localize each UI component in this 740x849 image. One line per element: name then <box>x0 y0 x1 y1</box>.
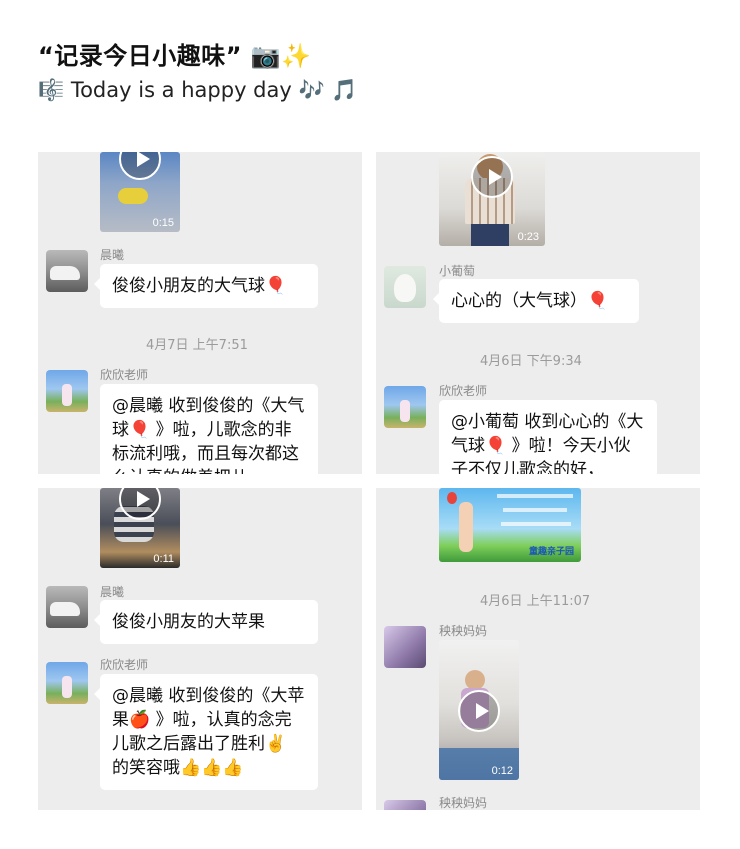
avatar[interactable] <box>384 266 426 308</box>
balloon-icon <box>447 492 457 504</box>
sender-name: 欣欣老师 <box>439 384 488 398</box>
message-bubble[interactable]: @小葡萄 收到心心的《大气球🎈 》啦！今天小伙子不仅儿歌念的好， <box>439 400 657 474</box>
sender-name: 晨曦 <box>100 585 125 599</box>
play-icon[interactable] <box>471 156 513 198</box>
chat-screenshot-2: 0:23 小葡萄 心心的（大气球）🎈 4月6日 下午9:34 欣欣老师 @小葡萄… <box>376 152 700 474</box>
thumbnail-detail <box>471 224 509 246</box>
avatar[interactable] <box>384 800 426 810</box>
sender-name: 欣欣老师 <box>100 368 149 382</box>
video-duration: 0:12 <box>491 765 513 777</box>
timestamp: 4月6日 上午11:07 <box>480 594 591 609</box>
video-duration: 0:11 <box>153 553 174 565</box>
video-duration: 0:15 <box>152 217 174 229</box>
play-icon[interactable] <box>458 690 500 732</box>
video-thumbnail[interactable]: 0:12 <box>439 640 519 780</box>
message-bubble[interactable]: 俊俊小朋友的大气球🎈 <box>94 264 318 308</box>
sender-name: 小葡萄 <box>439 264 476 278</box>
message-bubble[interactable]: 俊俊小朋友的大苹果 <box>94 600 318 644</box>
shared-image[interactable]: 童趣亲子园 <box>439 488 581 562</box>
chat-screenshot-1: 0:15 晨曦 俊俊小朋友的大气球🎈 4月7日 上午7:51 欣欣老师 @晨曦 … <box>38 152 362 474</box>
play-icon[interactable] <box>119 152 161 180</box>
chat-screenshot-3: 0:11 晨曦 俊俊小朋友的大苹果 欣欣老师 @晨曦 收到俊俊的《大苹果🍎 》啦… <box>38 488 362 810</box>
thumbnail-detail <box>118 188 148 204</box>
video-thumbnail[interactable]: 0:11 <box>100 488 180 568</box>
thumbnail-detail <box>459 502 473 552</box>
timestamp: 4月7日 上午7:51 <box>146 338 248 353</box>
avatar[interactable] <box>384 626 426 668</box>
sender-name: 秧秧妈妈 <box>439 796 488 810</box>
sender-name: 欣欣老师 <box>100 658 149 672</box>
sender-name: 晨曦 <box>100 248 125 262</box>
message-bubble[interactable]: 心心的（大气球）🎈 <box>433 279 639 323</box>
video-thumbnail[interactable]: 0:15 <box>100 152 180 232</box>
thumbnail-detail <box>501 522 571 526</box>
thumbnail-detail <box>503 508 567 512</box>
page-subtitle: 🎼 Today is a happy day 🎶 🎵 <box>38 78 358 102</box>
message-bubble[interactable]: @晨曦 收到俊俊的《大气球🎈 》啦，儿歌念的非标流利哦，而且每次都这么认真的做着… <box>100 384 318 474</box>
thumbnail-detail <box>497 494 573 498</box>
chat-screenshot-4: 童趣亲子园 4月6日 上午11:07 秧秧妈妈 0:12 秧秧妈妈 <box>376 488 700 810</box>
image-caption: 童趣亲子园 <box>529 547 575 557</box>
timestamp: 4月6日 下午9:34 <box>480 354 582 369</box>
avatar[interactable] <box>46 586 88 628</box>
sender-name: 秧秧妈妈 <box>439 624 488 638</box>
video-duration: 0:23 <box>517 231 539 243</box>
video-thumbnail[interactable]: 0:23 <box>439 152 545 246</box>
page-title: “记录今日小趣味” 📷✨ <box>38 42 312 70</box>
message-bubble[interactable]: @晨曦 收到俊俊的《大苹果🍎 》啦，认真的念完儿歌之后露出了胜利✌️ 的笑容哦👍… <box>94 674 318 790</box>
avatar[interactable] <box>46 250 88 292</box>
thumbnail-detail <box>465 670 485 690</box>
avatar[interactable] <box>384 386 426 428</box>
avatar[interactable] <box>46 662 88 704</box>
avatar[interactable] <box>46 370 88 412</box>
